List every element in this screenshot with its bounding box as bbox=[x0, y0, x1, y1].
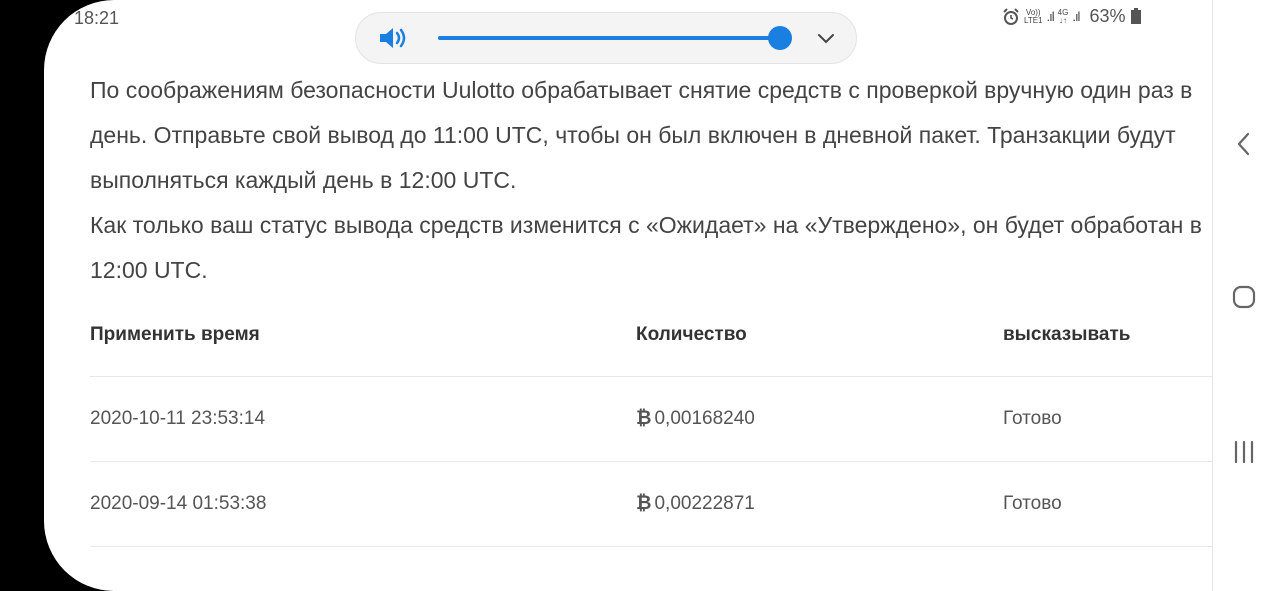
status-time: 18:21 bbox=[74, 8, 120, 28]
info-paragraph: По соображениям безопасности Uulotto обр… bbox=[90, 77, 1193, 193]
signal-icon-2: .ıl bbox=[1072, 9, 1080, 24]
home-icon[interactable] bbox=[1232, 285, 1256, 309]
status-icons: Vo)) LTE1 .ıl 4G ↓↑ .ıl 63% bbox=[1002, 6, 1142, 27]
speaker-icon[interactable] bbox=[378, 25, 410, 51]
alarm-icon bbox=[1003, 7, 1019, 25]
bitcoin-icon: ₿ bbox=[636, 493, 652, 514]
nav-divider bbox=[1212, 0, 1213, 591]
volume-slider[interactable] bbox=[438, 26, 792, 50]
battery-percent: 63% bbox=[1089, 6, 1126, 26]
battery-icon bbox=[1131, 7, 1142, 24]
table-row: 2020-10-11 23:53:14 ₿ 0,00168240 Готово bbox=[90, 377, 1212, 462]
signal-icon: .ıl bbox=[1046, 9, 1055, 24]
header-amount: Количество bbox=[636, 324, 747, 345]
amount-value: 0,00168240 bbox=[654, 408, 755, 429]
cell-time: 2020-09-14 01:53:38 bbox=[90, 493, 267, 514]
bitcoin-icon: ₿ bbox=[636, 408, 652, 429]
cell-status: Готово bbox=[1003, 408, 1062, 429]
cell-amount: ₿ 0,00222871 bbox=[636, 493, 755, 515]
data-label: 4G ↓↑ bbox=[1057, 7, 1069, 25]
chevron-down-icon[interactable] bbox=[816, 28, 836, 48]
withdrawal-info: По соображениям безопасности Uulotto обр… bbox=[90, 68, 1210, 293]
volte-label: Vo)) LTE1 bbox=[1024, 7, 1043, 25]
volume-slider-thumb[interactable] bbox=[768, 26, 792, 50]
cell-time: 2020-10-11 23:53:14 bbox=[90, 408, 266, 429]
table-row: 2020-09-14 01:53:38 ₿ 0,00222871 Готово bbox=[90, 462, 1212, 547]
header-status: высказывать bbox=[1003, 324, 1131, 345]
back-icon[interactable] bbox=[1232, 130, 1256, 158]
table-header: Применить время Количество высказывать bbox=[90, 310, 1212, 377]
cell-status: Готово bbox=[1003, 493, 1062, 514]
amount-value: 0,00222871 bbox=[654, 493, 755, 514]
cell-amount: ₿ 0,00168240 bbox=[636, 408, 755, 430]
info-paragraph: Как только ваш статус вывода средств изм… bbox=[90, 212, 1202, 283]
header-time: Применить время bbox=[90, 324, 260, 345]
volume-slider-fill bbox=[438, 36, 780, 40]
withdrawals-table: Применить время Количество высказывать 2… bbox=[90, 310, 1212, 547]
volume-panel bbox=[355, 12, 857, 64]
recent-apps-icon[interactable] bbox=[1232, 440, 1256, 464]
